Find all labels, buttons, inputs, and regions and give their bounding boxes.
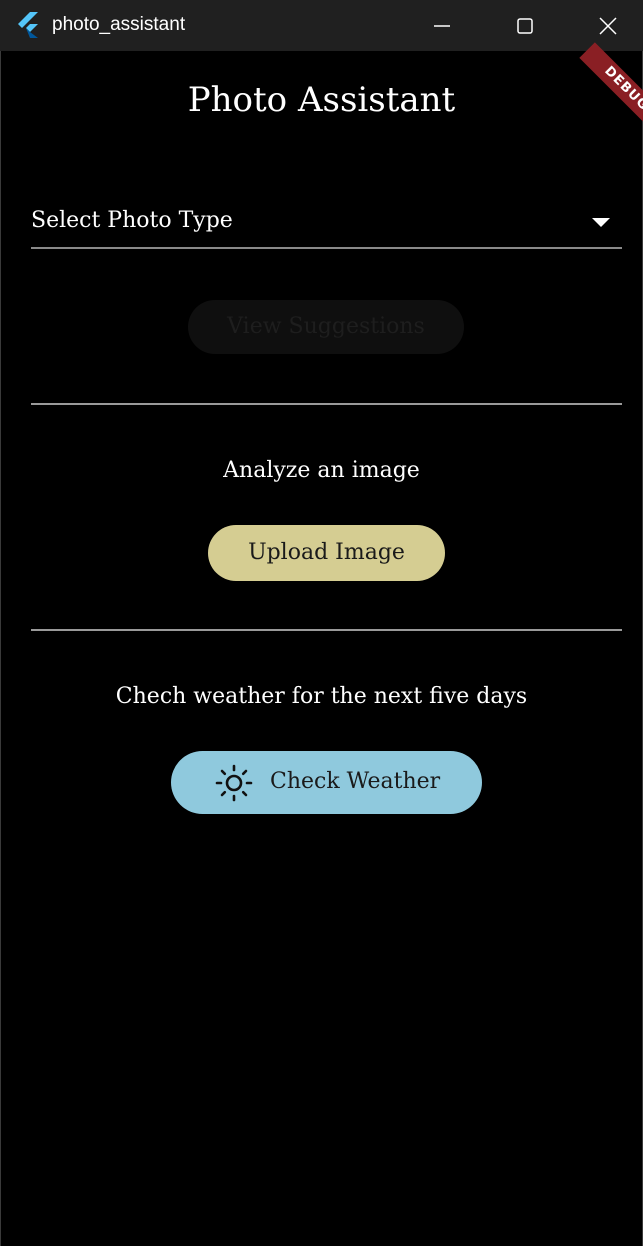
weather-section-label: Chech weather for the next five days [115,684,528,709]
analyze-section-label: Analyze an image [223,458,420,483]
dropdown-arrow-icon [592,218,610,227]
window-title: photo_assistant [52,14,186,35]
dropdown-placeholder: Select Photo Type [31,208,233,233]
check-weather-button[interactable]: Check Weather [171,751,482,814]
photo-type-dropdown[interactable]: Select Photo Type [31,200,622,249]
window-titlebar: photo_assistant [0,0,643,51]
divider [31,629,622,631]
page-title: Photo Assistant [187,80,456,120]
upload-image-button[interactable]: Upload Image [208,525,445,581]
maximize-button[interactable] [497,0,553,51]
check-weather-label: Check Weather [270,769,441,794]
close-icon [599,16,617,35]
minimize-icon [434,24,450,27]
minimize-button[interactable] [414,0,470,51]
sun-icon [215,764,253,802]
flutter-logo-icon [18,12,38,38]
view-suggestions-button[interactable]: View Suggestions [188,300,464,354]
divider [31,403,622,405]
close-button[interactable] [580,0,636,51]
maximize-icon [517,17,533,34]
